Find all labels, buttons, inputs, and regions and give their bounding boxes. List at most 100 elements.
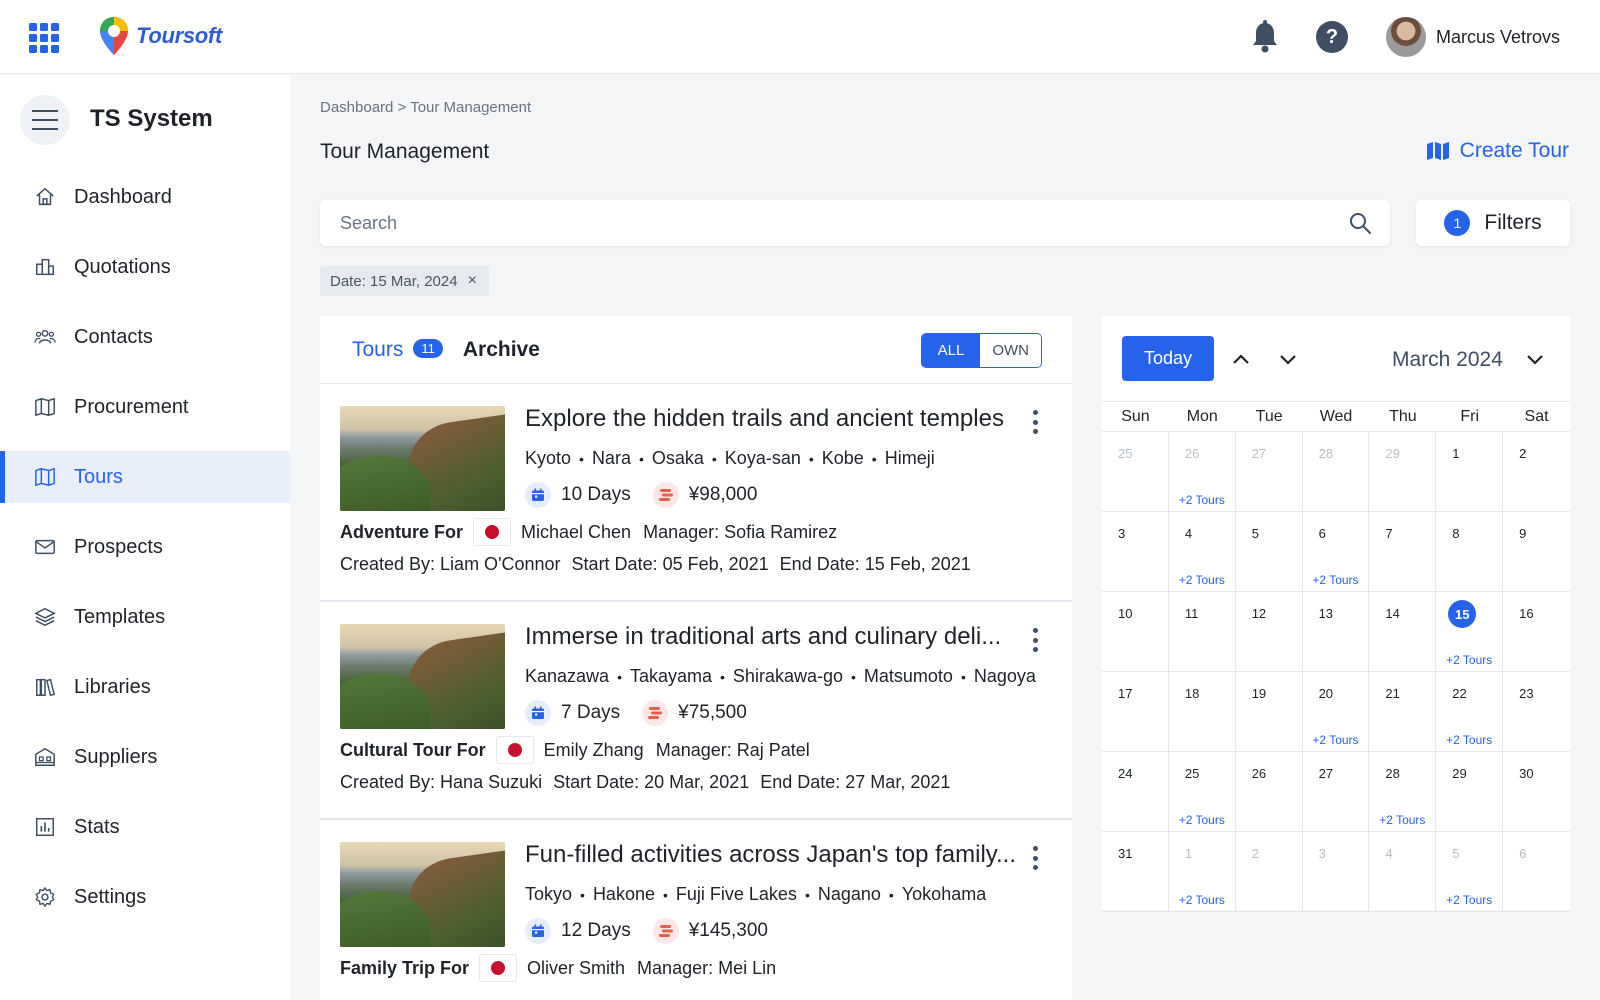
calendar-day-cell[interactable]: 1 [1436,432,1504,512]
tour-thumbnail[interactable] [340,624,505,729]
calendar-day-cell[interactable]: 18 [1168,672,1236,752]
tour-card[interactable]: Explore the hidden trails and ancient te… [320,384,1072,602]
more-tours-link[interactable]: +2 Tours [1169,813,1235,827]
calendar-day-cell[interactable]: 21 [1369,672,1437,752]
tour-card[interactable]: Immerse in traditional arts and culinary… [320,602,1072,820]
calendar-day-cell[interactable]: 26 [1235,752,1303,832]
calendar-day-cell[interactable]: 12 [1235,592,1303,672]
more-tours-link[interactable]: +2 Tours [1369,813,1435,827]
create-tour-button[interactable]: Create Tour [1426,139,1569,163]
more-tours-link[interactable]: +2 Tours [1436,653,1502,667]
calendar-day-cell[interactable]: 6 [1503,832,1570,912]
notification-bell-icon[interactable] [1250,20,1280,54]
calendar-day-cell[interactable]: 5 [1235,512,1303,592]
sidebar-item-prospects[interactable]: Prospects [0,521,290,573]
calendar-day-cell[interactable]: 28 [1302,432,1370,512]
more-tours-link[interactable]: +2 Tours [1303,733,1369,747]
avatar[interactable] [1385,17,1426,57]
more-options-icon[interactable] [1030,410,1040,434]
more-tours-link[interactable]: +2 Tours [1169,493,1235,507]
more-tours-link[interactable]: +2 Tours [1169,893,1235,907]
help-icon[interactable]: ? [1315,21,1348,53]
sidebar-item-suppliers[interactable]: Suppliers [0,731,290,783]
month-label[interactable]: March 2024 [1392,348,1503,372]
calendar-day-cell[interactable]: 1 +2 Tours [1168,832,1236,912]
tour-title[interactable]: Immerse in traditional arts and culinary… [525,623,1020,651]
calendar-day-cell[interactable]: 23 [1503,672,1570,752]
sidebar-item-dashboard[interactable]: Dashboard [0,171,290,223]
calendar-day-cell[interactable]: 27 [1235,432,1303,512]
calendar-day-cell[interactable]: 16 [1503,592,1570,672]
tour-title[interactable]: Fun-filled activities across Japan's top… [525,841,1020,869]
sidebar-item-libraries[interactable]: Libraries [0,661,290,713]
today-button[interactable]: Today [1122,336,1214,381]
calendar-day-cell[interactable]: 14 [1369,592,1437,672]
filters-button[interactable]: 1 Filters [1416,200,1570,246]
tour-thumbnail[interactable] [340,842,505,947]
sidebar-item-contacts[interactable]: Contacts [0,311,290,363]
calendar-day-cell[interactable]: 25 [1102,432,1169,512]
tour-card[interactable]: Fun-filled activities across Japan's top… [320,820,1072,1000]
calendar-day-cell[interactable]: 3 [1102,512,1169,592]
calendar-day-cell[interactable]: 7 [1369,512,1437,592]
calendar-day-cell[interactable]: 13 [1302,592,1370,672]
calendar-day-cell[interactable]: 6 +2 Tours [1302,512,1370,592]
tab-archive[interactable]: Archive [463,338,540,362]
calendar-day-cell[interactable]: 25 +2 Tours [1168,752,1236,832]
more-tours-link[interactable]: +2 Tours [1303,573,1369,587]
breadcrumb[interactable]: Dashboard > Tour Management [320,99,531,116]
calendar-day-cell[interactable]: 3 [1302,832,1370,912]
calendar-day-cell[interactable]: 10 [1102,592,1169,672]
calendar-day-cell[interactable]: 8 [1436,512,1504,592]
app-grid-icon[interactable] [29,23,61,53]
calendar-day-cell[interactable]: 15 +2 Tours [1436,592,1504,672]
user-name[interactable]: Marcus Vetrovs [1436,27,1560,48]
calendar-day-cell[interactable]: 4 +2 Tours [1168,512,1236,592]
calendar-day-cell[interactable]: 2 [1503,432,1570,512]
logo[interactable]: Toursoft [98,15,222,57]
calendar-day-cell[interactable]: 29 [1369,432,1437,512]
sidebar-item-stats[interactable]: Stats [0,801,290,853]
sidebar-item-templates[interactable]: Templates [0,591,290,643]
more-options-icon[interactable] [1030,846,1040,870]
calendar-day-cell[interactable]: 24 [1102,752,1169,832]
calendar-day-cell[interactable]: 29 [1436,752,1504,832]
tour-thumbnail[interactable] [340,406,505,511]
more-tours-link[interactable]: +2 Tours [1436,893,1502,907]
more-tours-link[interactable]: +2 Tours [1436,733,1502,747]
sidebar-item-quotations[interactable]: Quotations [0,241,290,293]
sidebar-item-procurement[interactable]: Procurement [0,381,290,433]
calendar-day-cell[interactable]: 20 +2 Tours [1302,672,1370,752]
calendar-day-cell[interactable]: 9 [1503,512,1570,592]
calendar-day-cell[interactable]: 17 [1102,672,1169,752]
sidebar-item-settings[interactable]: Settings [0,871,290,923]
chip-close-icon[interactable]: × [468,272,477,290]
calendar-day-cell[interactable]: 28 +2 Tours [1369,752,1437,832]
search-input[interactable] [340,212,1320,234]
client-name[interactable]: Oliver Smith [527,958,625,979]
calendar-day-cell[interactable]: 26 +2 Tours [1168,432,1236,512]
sidebar-item-tours[interactable]: Tours [0,451,290,503]
calendar-day-cell[interactable]: 4 [1369,832,1437,912]
calendar-day-cell[interactable]: 11 [1168,592,1236,672]
calendar-day-cell[interactable]: 22 +2 Tours [1436,672,1504,752]
calendar-day-cell[interactable]: 31 [1102,832,1169,912]
calendar-day-cell[interactable]: 27 [1302,752,1370,832]
tour-title[interactable]: Explore the hidden trails and ancient te… [525,405,1020,433]
calendar-day-cell[interactable]: 30 [1503,752,1570,832]
calendar-day-cell[interactable]: 19 [1235,672,1303,752]
month-dropdown-chevron-icon[interactable] [1520,344,1550,374]
tab-tours[interactable]: Tours 11 [352,338,443,362]
calendar-day-cell[interactable]: 2 [1235,832,1303,912]
toggle-own[interactable]: OWN [980,334,1041,367]
chevron-down-icon[interactable] [1273,344,1303,374]
chevron-up-icon[interactable] [1226,344,1256,374]
more-tours-link[interactable]: +2 Tours [1169,573,1235,587]
toggle-all[interactable]: ALL [921,334,981,367]
search-icon[interactable] [1348,211,1372,235]
client-name[interactable]: Emily Zhang [544,740,644,761]
more-options-icon[interactable] [1030,628,1040,652]
menu-toggle-icon[interactable] [20,95,70,145]
client-name[interactable]: Michael Chen [521,522,631,543]
calendar-day-cell[interactable]: 5 +2 Tours [1436,832,1504,912]
